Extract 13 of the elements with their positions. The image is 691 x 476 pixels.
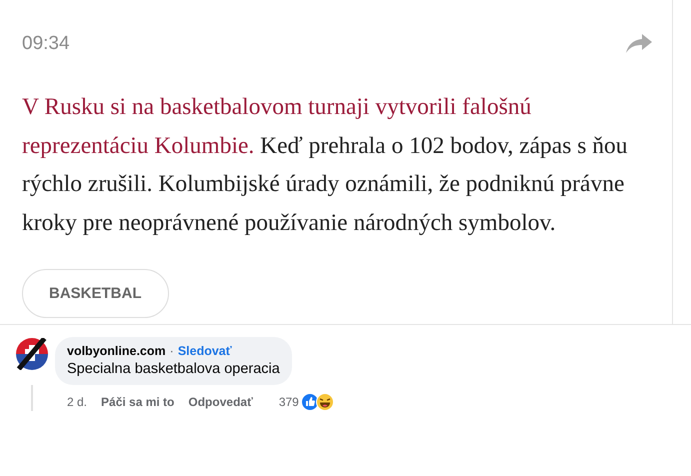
tag-button[interactable]: BASKETBAL <box>22 269 168 318</box>
follow-link[interactable]: Sledovať <box>178 344 232 358</box>
comment-age: 2 d. <box>67 394 88 408</box>
comment-action[interactable]: Páči sa mi to <box>101 394 174 408</box>
article-text: V Rusku si na basketbalovom turnaji vytvorili falošnú reprezentáciu Kolumbie. Keď prehrala o 102 bodov, zápas s ňou rýchlo zrušili. Kolumbijské úrady oznámili, že podniknú právne kroky pre neoprávnené používanie národných symbolov. <box>22 93 629 238</box>
avatar-icon[interactable] <box>16 338 48 370</box>
separator-dot: · <box>170 344 174 358</box>
comment-author[interactable]: volbyonline.com <box>67 344 166 358</box>
post-time: 09:34 <box>22 33 70 55</box>
comment-text: Specialna basketbalova operacia <box>67 361 280 377</box>
reaction-count: 379 <box>278 394 299 408</box>
laughing-face-icon <box>316 392 334 410</box>
comment-action[interactable]: Odpovedať <box>188 394 253 408</box>
